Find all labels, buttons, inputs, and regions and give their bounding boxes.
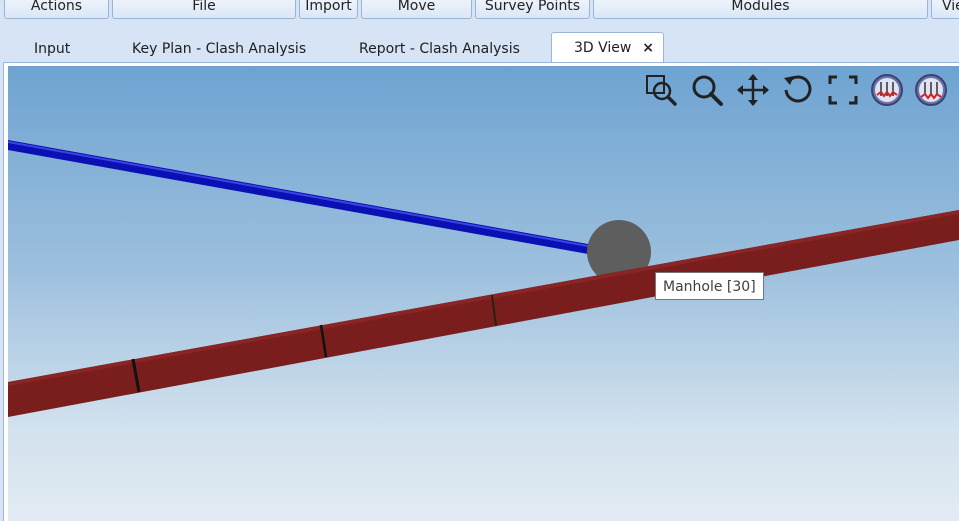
- tab-report[interactable]: Report - Clash Analysis: [359, 36, 520, 62]
- tab-3d-view-label: 3D View: [574, 40, 632, 56]
- close-icon[interactable]: ×: [642, 33, 654, 64]
- zoom-window-icon[interactable]: [644, 73, 678, 107]
- rotate-icon[interactable]: [781, 73, 815, 107]
- ribbon-bar: Actions File Import Move Survey Points M…: [0, 0, 959, 22]
- file-menu-button[interactable]: File: [112, 0, 296, 19]
- tab-3d-view[interactable]: 3D View ×: [551, 32, 664, 63]
- 3d-viewport[interactable]: [8, 66, 959, 521]
- manhole-tooltip: Manhole [30]: [655, 272, 764, 300]
- profile-up-icon[interactable]: [870, 73, 904, 107]
- tab-input[interactable]: Input: [34, 36, 70, 62]
- import-menu-button[interactable]: Import: [299, 0, 358, 19]
- profile-down-icon[interactable]: [914, 73, 948, 107]
- survey-points-menu-button[interactable]: Survey Points: [475, 0, 590, 19]
- zoom-icon[interactable]: [690, 73, 724, 107]
- pan-icon[interactable]: [736, 73, 770, 107]
- modules-menu-button[interactable]: Modules: [593, 0, 928, 19]
- blue-pipe[interactable]: [8, 140, 589, 254]
- document-tab-bar: Input Key Plan - Clash Analysis Report -…: [0, 22, 959, 63]
- red-pipe[interactable]: [8, 210, 959, 417]
- move-menu-button[interactable]: Move: [361, 0, 472, 19]
- tab-key-plan[interactable]: Key Plan - Clash Analysis: [132, 36, 306, 62]
- view-menu-button[interactable]: Vie: [931, 0, 959, 19]
- actions-menu-button[interactable]: Actions: [4, 0, 109, 19]
- fit-all-icon[interactable]: [826, 73, 860, 107]
